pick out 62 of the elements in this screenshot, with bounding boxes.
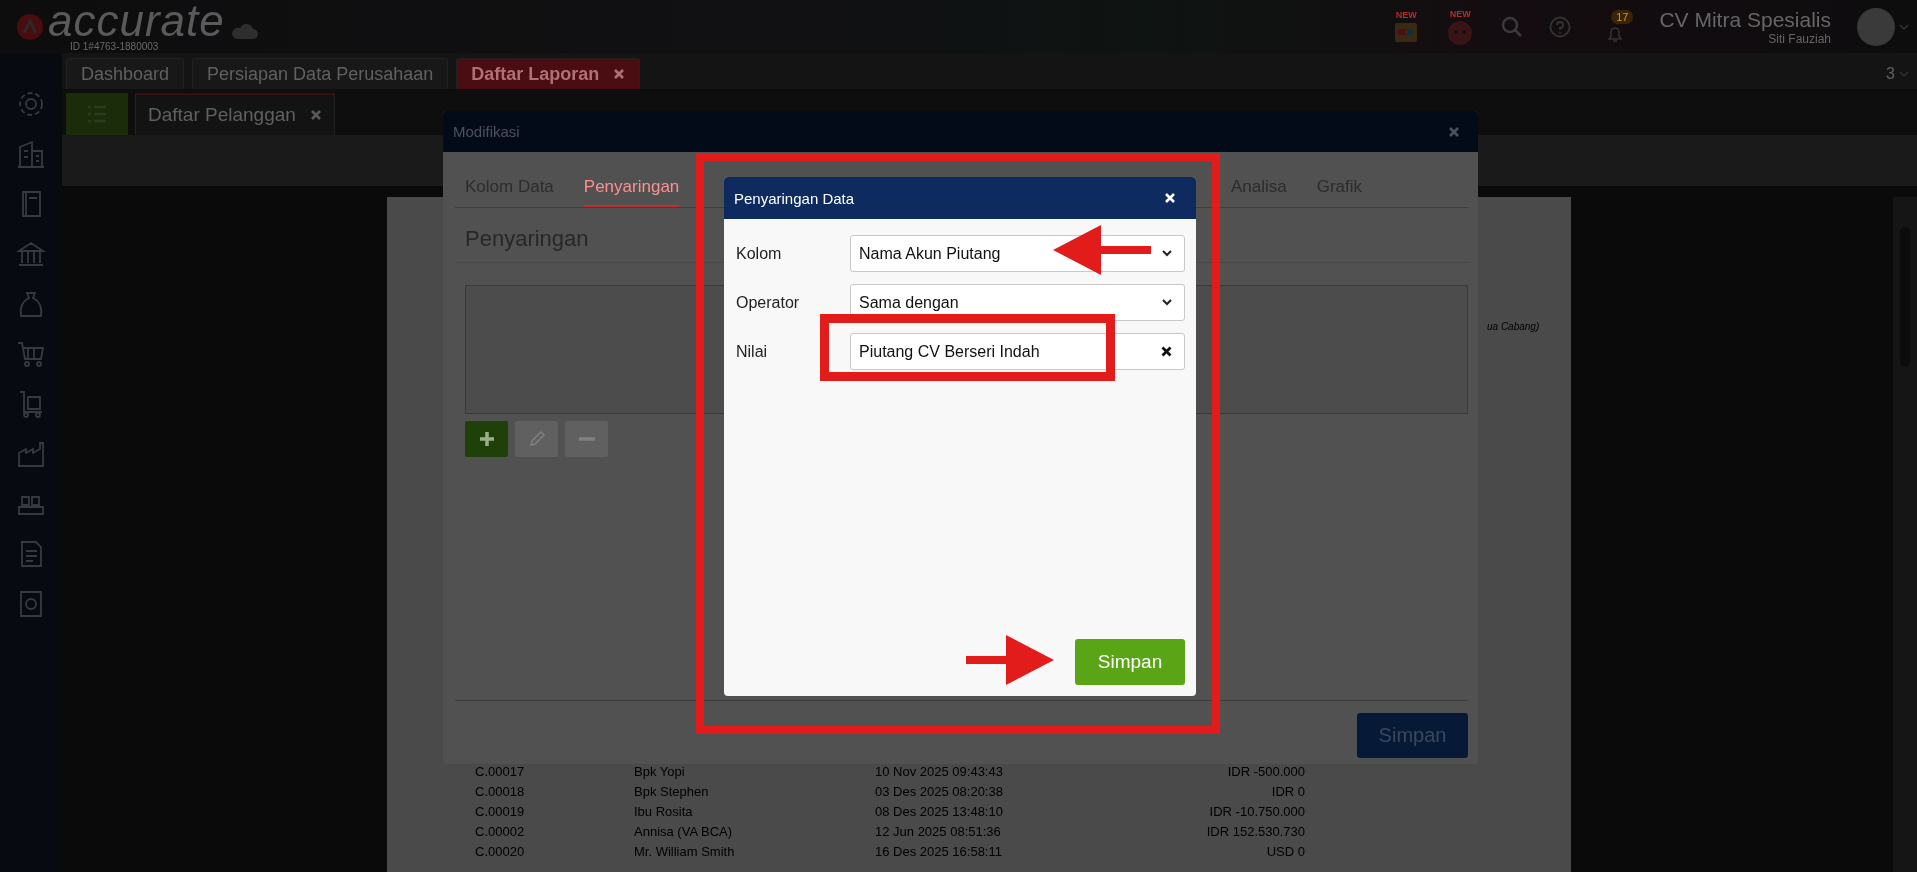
plus-icon xyxy=(477,430,496,448)
field-label: Operator xyxy=(736,293,801,312)
save-button[interactable]: Simpan xyxy=(1075,639,1185,685)
balance-cell-text: IDR 152.530.730 xyxy=(1205,823,1305,841)
date-cell-text: 08 Des 2025 13:48:10 xyxy=(875,803,1004,821)
customer-code: C.00018 xyxy=(475,783,526,801)
dialog-title: Penyaringan Data xyxy=(734,189,855,207)
customer-code: C.00020 xyxy=(475,843,526,861)
user-name: Siti Fauziah xyxy=(1768,31,1831,46)
report-subtitle: ua Cabang) xyxy=(1487,321,1541,332)
tab[interactable]: Penyaringan xyxy=(583,177,680,207)
chevron-icon xyxy=(1162,299,1172,306)
arrow-icon xyxy=(1053,225,1151,275)
settings-icon[interactable] xyxy=(16,89,46,119)
customer-name: Mr. William Smith xyxy=(634,843,736,861)
customer-code: C.00019 xyxy=(475,803,526,821)
modal-title: Modifikasi xyxy=(453,123,520,140)
caret-icon[interactable] xyxy=(1899,23,1909,30)
bank-icon[interactable] xyxy=(16,239,46,269)
field-label: Kolom xyxy=(736,244,783,263)
balance-cell-text: IDR -10.750.000 xyxy=(1208,803,1305,821)
tab[interactable]: Dashboard xyxy=(66,58,185,89)
tab[interactable]: Persiapan Data Perusahaan xyxy=(192,58,449,89)
logo-icon xyxy=(16,12,44,41)
company-name[interactable]: CV Mitra Spesialis xyxy=(1659,7,1831,32)
tab[interactable]: Daftar Pelanggan xyxy=(135,93,335,135)
balance-cell-text: IDR 0 xyxy=(1270,783,1305,801)
tab[interactable]: Daftar Laporan xyxy=(456,58,641,89)
balance-cell-text: USD 0 xyxy=(1265,843,1305,861)
caret-icon[interactable] xyxy=(1899,70,1909,77)
new-label: NEW xyxy=(1395,9,1417,20)
minus-icon xyxy=(578,437,595,441)
chevron-icon xyxy=(1162,250,1172,257)
customer-name: Ibu Rosita xyxy=(634,803,694,821)
add-button[interactable] xyxy=(465,421,508,457)
date-cell-text: 16 Des 2025 16:58:11 xyxy=(875,843,1003,861)
cart-icon[interactable] xyxy=(16,339,46,369)
search-icon[interactable] xyxy=(1501,15,1524,38)
field-label: Nilai xyxy=(736,342,769,361)
avatar-icon[interactable] xyxy=(1857,7,1895,46)
customer-name: Annisa (VA BCA) xyxy=(634,823,734,841)
customer-code: C.00002 xyxy=(475,823,526,841)
date-cell-text: 10 Nov 2025 09:43:43 xyxy=(875,763,1004,781)
date-cell-text: 12 Jun 2025 08:51:36 xyxy=(875,823,1002,841)
balance-cell-text: IDR -500.000 xyxy=(1226,763,1305,781)
customer-name: Bpk Stephen xyxy=(634,783,710,801)
new-label: NEW xyxy=(1449,8,1471,19)
date-cell-text: 03 Des 2025 08:20:38 xyxy=(875,783,1004,801)
list-icon xyxy=(87,105,107,123)
account-id: ID 1#4763-1880003 xyxy=(70,41,160,52)
clear-icon[interactable] xyxy=(1161,346,1172,357)
list-menu-button[interactable] xyxy=(66,93,128,135)
help-icon[interactable] xyxy=(1549,15,1572,38)
factory-icon[interactable] xyxy=(16,439,46,469)
building-icon[interactable] xyxy=(16,139,46,169)
customer-name: Bpk Yopi xyxy=(634,763,686,781)
arrow-icon xyxy=(966,635,1054,685)
notification-count: 17 xyxy=(1611,9,1634,24)
logo-text: accurate xyxy=(48,1,225,41)
tab-count[interactable]: 3 xyxy=(1886,64,1895,83)
customer-code: C.00017 xyxy=(475,763,526,781)
pencil-icon xyxy=(527,430,546,448)
